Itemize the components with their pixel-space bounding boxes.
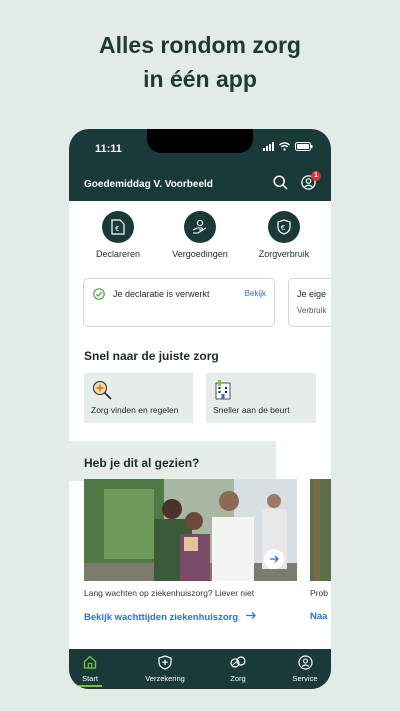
tile-label: Sneller aan de beurt: [213, 405, 290, 415]
headline-line-1: Alles rondom zorg: [99, 32, 301, 58]
tab-label: Verzekering: [145, 674, 185, 683]
tab-verzekering[interactable]: Verzekering: [135, 653, 195, 683]
signal-icon: [263, 142, 274, 151]
section-title-snel: Snel naar de juiste zorg: [84, 349, 219, 363]
phone-frame: 11:11 Goedemiddag V. Voorbeeld 1 € Decla…: [69, 129, 331, 689]
support-icon: [297, 654, 313, 670]
tile-zorg-vinden[interactable]: Zorg vinden en regelen: [84, 373, 193, 423]
wifi-icon: [279, 142, 290, 151]
svg-text:€: €: [281, 224, 285, 232]
tab-label: Zorg: [230, 674, 246, 683]
battery-icon: [295, 142, 313, 151]
article-photo[interactable]: [84, 479, 297, 581]
article-caption: Prob: [310, 588, 328, 598]
quick-action-label: Declareren: [95, 249, 141, 259]
phone-notch: [147, 129, 253, 153]
coverage-icon: [192, 219, 207, 234]
headline: Alles rondom zorg in één app: [0, 28, 400, 96]
status-icons: [263, 142, 313, 151]
card-message: Je eige: [297, 289, 327, 299]
notification-badge: 1: [311, 171, 321, 181]
quick-action-zorgverbruik[interactable]: € Zorgverbruik: [244, 211, 324, 259]
headline-line-2: in één app: [143, 66, 257, 92]
declaration-status-card[interactable]: Je declaratie is verwerkt Bekijk: [83, 278, 275, 327]
profile-button[interactable]: 1: [301, 171, 321, 195]
check-circle-icon: [93, 288, 105, 300]
tab-label: Start: [82, 674, 98, 683]
nature-image: [310, 479, 331, 581]
card-view-link[interactable]: Bekijk: [245, 289, 266, 298]
home-icon: [83, 655, 97, 669]
active-tab-indicator: [78, 685, 102, 687]
greeting: Goedemiddag V. Voorbeeld: [84, 179, 213, 190]
bottom-tab-bar: Start Verzekering Zorg Service: [69, 649, 331, 689]
care-usage-icon: €: [277, 219, 291, 235]
tab-service[interactable]: Service: [275, 653, 331, 683]
quick-action-declareren[interactable]: € Declareren: [78, 211, 158, 259]
article-link[interactable]: Bekijk wachttijden ziekenhuiszorg: [84, 611, 256, 623]
doctor-with-family-image: [84, 479, 297, 581]
card-message: Je declaratie is verwerkt: [113, 289, 210, 299]
card-subtext: Verbruik: [297, 306, 327, 315]
tab-label: Service: [292, 674, 318, 683]
arrow-right-icon: [245, 612, 256, 619]
search-icon[interactable]: [273, 175, 288, 190]
pills-icon: [230, 656, 246, 668]
article-link[interactable]: Naa: [310, 611, 327, 622]
main-content: € Declareren Vergoedingen € Zorgverbruik…: [69, 201, 331, 649]
next-arrow-button[interactable]: [264, 549, 284, 569]
search-care-icon: [93, 381, 112, 400]
quick-action-label: Vergoedingen: [172, 249, 228, 259]
tile-label: Zorg vinden en regelen: [91, 405, 179, 415]
article-caption: Lang wachten op ziekenhuiszorg? Liever n…: [84, 588, 255, 598]
hospital-icon: [215, 380, 231, 400]
quick-action-label: Zorgverbruik: [258, 249, 310, 259]
section-title-gezien: Heb je dit al gezien?: [84, 456, 200, 470]
quick-action-vergoedingen[interactable]: Vergoedingen: [160, 211, 240, 259]
tab-zorg[interactable]: Zorg: [208, 653, 268, 683]
article-link-text: Bekijk wachttijden ziekenhuiszorg: [84, 612, 239, 623]
shield-icon: [158, 654, 172, 670]
tab-start[interactable]: Start: [69, 653, 120, 683]
declaration-icon: €: [111, 219, 125, 235]
tile-sneller-aan-de-beurt[interactable]: Sneller aan de beurt: [206, 373, 316, 423]
article-photo-2[interactable]: [310, 479, 331, 581]
svg-text:€: €: [115, 225, 119, 233]
own-risk-card[interactable]: Je eige Verbruik: [288, 278, 331, 327]
status-time: 11:11: [95, 143, 122, 155]
arrow-right-icon: [270, 555, 279, 563]
